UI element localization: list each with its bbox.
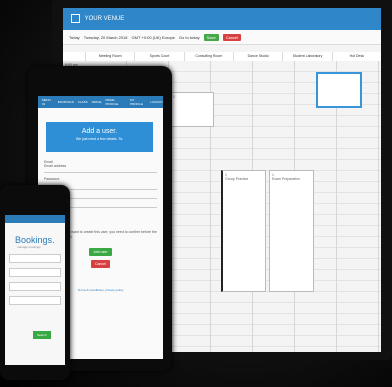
phone-field[interactable] (9, 296, 61, 305)
goto-link[interactable]: Go to today (179, 35, 200, 40)
booking-block[interactable]: 1 (169, 92, 214, 127)
hero-title: Add a user. (81, 128, 118, 135)
cancel-button[interactable]: Cancel (91, 260, 110, 268)
nav-item[interactable]: MORE PROFILE (106, 98, 126, 106)
booking-label: 1 (173, 95, 175, 99)
booking-block[interactable]: 1 Exam Preparation (269, 170, 314, 292)
booking-block[interactable]: 1 Group Practice (221, 170, 266, 292)
booking-text: Exam Preparation (272, 177, 301, 181)
booking-text: Group Practice (225, 177, 249, 181)
phone-field[interactable] (9, 254, 61, 263)
cancel-button[interactable]: Cancel (222, 33, 242, 41)
nav-item[interactable]: SPACE (92, 100, 102, 104)
phone-device: Bookings. manage bookings Search (0, 185, 70, 380)
nav-item[interactable]: MY PROFILE (130, 98, 146, 106)
column-header (63, 52, 85, 61)
phone-field[interactable] (9, 282, 61, 291)
column-header: Sports Court (134, 52, 183, 61)
column-header: Consulting Room (183, 52, 233, 61)
today-button[interactable]: Today (69, 35, 80, 40)
email-field[interactable]: Email address (44, 164, 157, 173)
column-header: Student Laboratory (282, 52, 331, 61)
date-text: Tuesday, 20 March 2018 (83, 34, 128, 40)
phone-nav (5, 215, 65, 223)
column-header: Hot Desk (331, 52, 381, 61)
save-button[interactable]: Save (203, 33, 219, 41)
hero-banner: Add a user. We just need a few details. … (46, 122, 153, 152)
app-title: YOUR VENUE (84, 16, 125, 22)
tablet-nav: MENU 01 BOOKINGS CLASS SPACE MORE PROFIL… (38, 96, 163, 108)
phone-search-button[interactable]: Search (33, 331, 51, 339)
toolbar: Today Tuesday, 20 March 2018 GMT +0:00 (… (63, 30, 381, 45)
selected-booking-block[interactable] (316, 72, 362, 108)
hero-subtitle: We just need a few details. Ta. (75, 137, 124, 141)
timezone-text: GMT +0:00 (UK) Europe (131, 34, 175, 40)
logo-icon (71, 13, 80, 23)
phone-field[interactable] (9, 268, 61, 277)
column-header: Dance Studio (232, 52, 282, 61)
nav-item[interactable]: BOOKINGS (58, 100, 74, 104)
phone-subtitle: manage bookings (17, 245, 41, 249)
phone-title: Bookings. (15, 235, 55, 245)
nav-item[interactable]: MENU 01 (42, 98, 54, 106)
column-header: Meeting Room (85, 52, 134, 61)
add-user-button[interactable]: Add user (89, 248, 112, 256)
nav-item[interactable]: LOGOUT (150, 100, 163, 104)
app-header: YOUR VENUE (63, 8, 381, 30)
nav-item[interactable]: CLASS (78, 100, 88, 104)
phone-screen: Bookings. manage bookings Search (5, 215, 65, 365)
